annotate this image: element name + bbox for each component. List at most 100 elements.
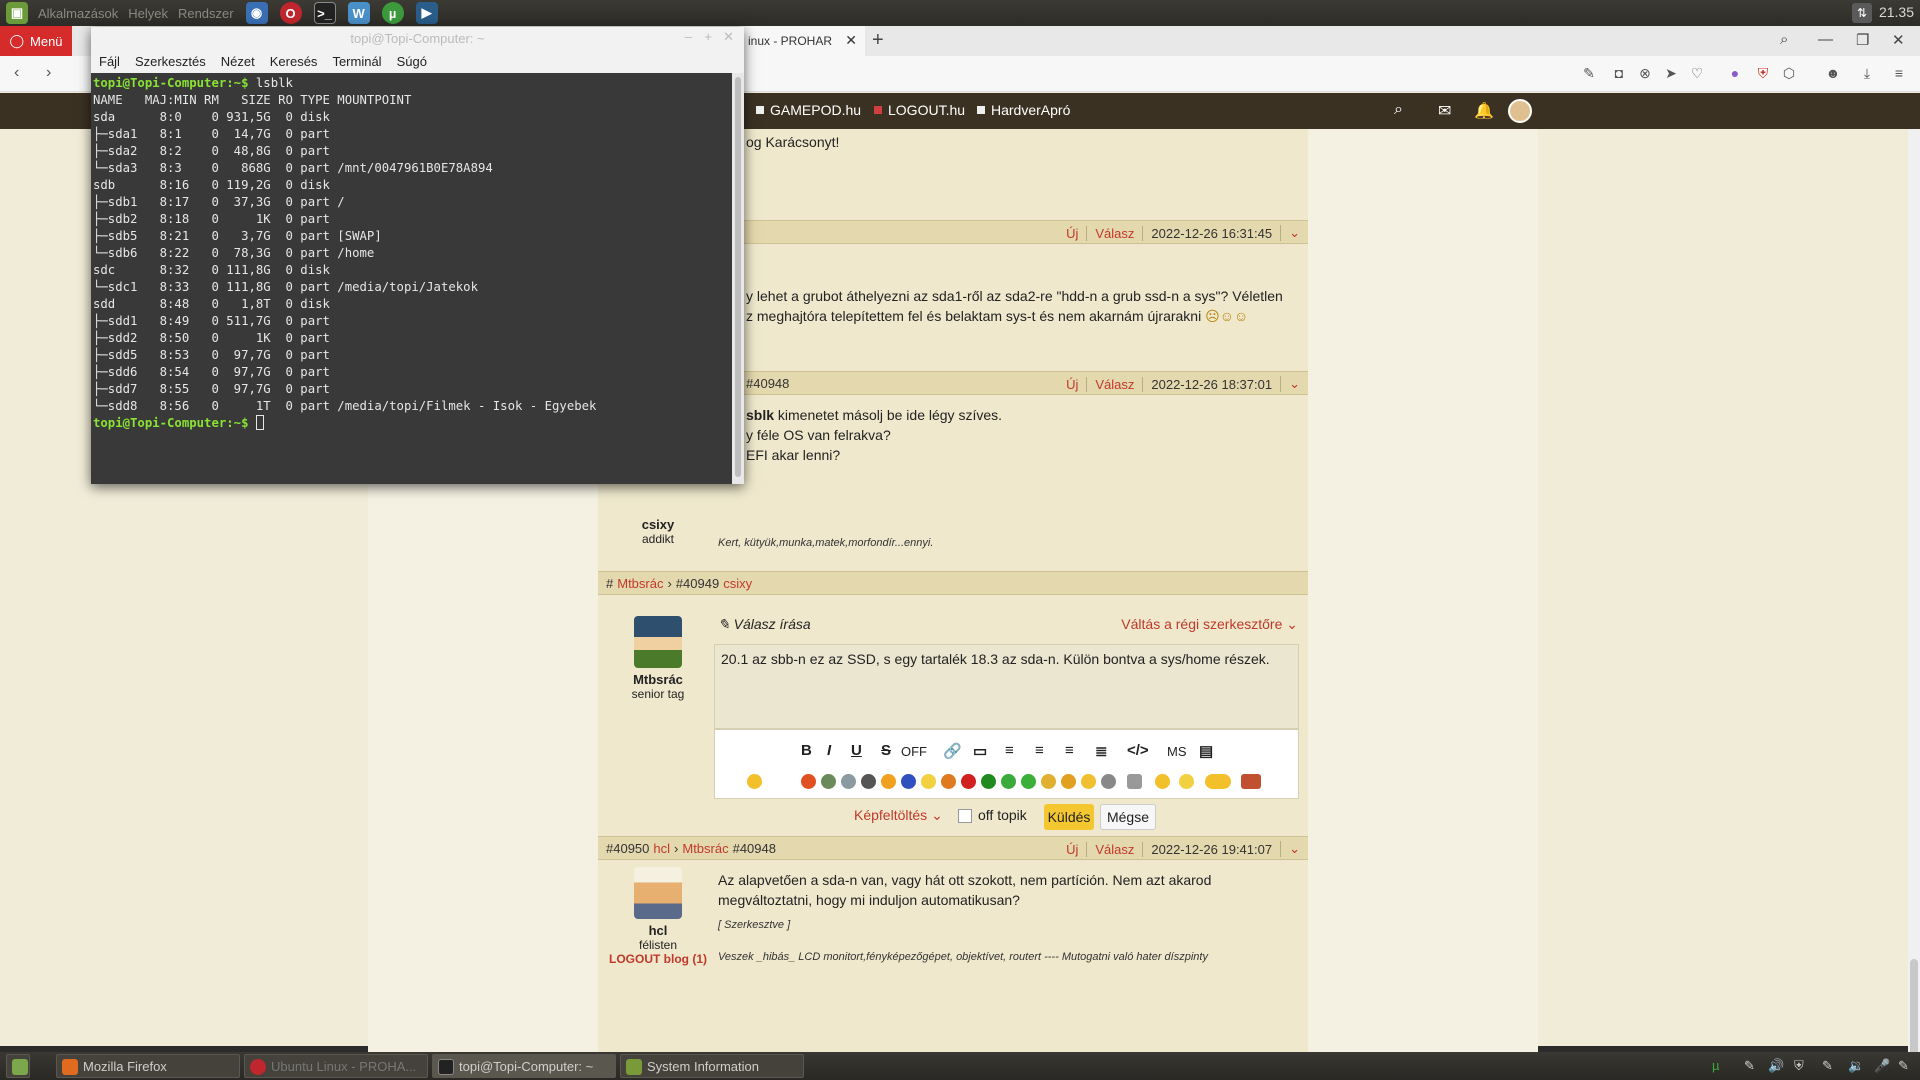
align-center-icon[interactable]: ≡ (1035, 742, 1044, 759)
justify-icon[interactable]: ≣ (1095, 742, 1108, 760)
new-link[interactable]: Új (1058, 842, 1086, 857)
menu-edit[interactable]: Szerkesztés (135, 54, 206, 69)
speaker-tray-icon[interactable]: 🔉 (1848, 1058, 1864, 1074)
terminal-output[interactable]: topi@Topi-Computer:~$ lsblk NAME MAJ:MIN… (91, 73, 732, 484)
taskbar-firefox[interactable]: Mozilla Firefox (56, 1054, 240, 1078)
reply-author-link[interactable]: Mtbsrác (617, 576, 663, 591)
volume-tray-icon[interactable]: 🔊 (1768, 1058, 1784, 1074)
send-button[interactable]: Küldés (1044, 804, 1094, 830)
reply-target-id[interactable]: #40948 (733, 841, 776, 856)
terminal-scrollbar[interactable] (732, 73, 744, 484)
scroll-thumb[interactable] (735, 77, 741, 477)
site-search-icon[interactable]: ⌕ (1394, 101, 1403, 119)
new-link[interactable]: Új (1058, 226, 1086, 241)
ublock-icon[interactable]: ⛨ (1754, 64, 1772, 82)
microphone-tray-icon[interactable]: 🎤 (1874, 1058, 1890, 1074)
chevron-down-icon[interactable]: ⌄ (1280, 225, 1308, 241)
smiley-icon[interactable] (861, 774, 876, 789)
menu-terminal[interactable]: Terminál (332, 54, 381, 69)
menu-file[interactable]: Fájl (99, 54, 120, 69)
minimize-icon[interactable]: – (685, 29, 692, 44)
send-icon[interactable]: ➤ (1662, 64, 1680, 82)
smiley-icon[interactable] (1021, 774, 1036, 789)
smiley-icon[interactable] (1061, 774, 1076, 789)
account-icon[interactable]: ☻ (1824, 64, 1842, 82)
edit-icon[interactable]: ✎ (1580, 64, 1598, 82)
messages-icon[interactable]: ✉ (1438, 101, 1451, 121)
underline-button[interactable]: U (851, 742, 862, 759)
smiley-icon[interactable] (1041, 774, 1056, 789)
reply-target-user[interactable]: csixy (723, 576, 752, 591)
download-icon[interactable]: ⤓ (1858, 64, 1876, 82)
reply-target-user[interactable]: Mtbsrác (682, 841, 728, 856)
smiley-icon[interactable] (961, 774, 976, 789)
bookmark-gamepod[interactable]: GAMEPOD.hu (756, 102, 861, 118)
align-left-icon[interactable]: ≡ (1005, 742, 1014, 759)
post-id[interactable]: #40950 (606, 841, 649, 856)
page-scrollbar[interactable] (1908, 129, 1920, 1071)
new-tab-icon[interactable]: + (872, 29, 884, 52)
smiley-icon[interactable] (901, 774, 916, 789)
off-button[interactable]: OFF (901, 744, 927, 759)
utorrent-launcher-icon[interactable]: µ (381, 2, 404, 24)
document-icon[interactable]: ▤ (1199, 742, 1213, 760)
username[interactable]: hcl (598, 923, 718, 938)
smiley-icon[interactable] (1205, 774, 1231, 789)
writer-launcher-icon[interactable]: W (347, 2, 370, 24)
pen-tray-icon[interactable]: ✎ (1744, 1058, 1755, 1074)
utorrent-tray-icon[interactable]: µ (1712, 1058, 1720, 1073)
smiley-icon[interactable] (921, 774, 936, 789)
close-icon[interactable]: ✕ (723, 29, 734, 45)
cube-icon[interactable]: ⬡ (1780, 64, 1798, 82)
cancel-button[interactable]: Mégse (1100, 804, 1156, 830)
blog-link[interactable]: LOGOUT blog (1) (598, 952, 718, 966)
back-icon[interactable]: ‹ (14, 64, 19, 82)
browser-menu-button[interactable]: ◯ Menü (0, 26, 72, 56)
tab-forum[interactable]: inux - PROHAR ✕ (740, 26, 865, 56)
bold-button[interactable]: B (801, 742, 812, 759)
firefox-launcher-icon[interactable]: ◉ (245, 2, 268, 24)
ms-button[interactable]: MS (1167, 744, 1187, 759)
smiley-icon[interactable] (981, 774, 996, 789)
bookmark-hardverapro[interactable]: HardverApró (977, 102, 1070, 118)
menu-help[interactable]: Súgó (397, 54, 427, 69)
show-desktop-button[interactable] (6, 1054, 30, 1078)
minimize-icon[interactable]: — (1818, 31, 1833, 48)
terminal-launcher-icon[interactable]: >_ (313, 2, 336, 24)
username[interactable]: csixy (598, 517, 718, 532)
reply-link[interactable]: Válasz (1086, 376, 1142, 392)
network-icon[interactable]: ⇅ (1852, 3, 1872, 23)
taskbar-system-information[interactable]: System Information (620, 1054, 804, 1078)
username[interactable]: Mtbsrác (598, 672, 718, 687)
mint-menu-icon[interactable]: ▣ (6, 2, 28, 24)
opera-launcher-icon[interactable]: O (279, 2, 302, 24)
smiley-icon[interactable] (1155, 774, 1170, 789)
browser-settings-icon[interactable]: ≡ (1890, 64, 1908, 82)
panel-menu-places[interactable]: Helyek (128, 6, 168, 21)
extension-purple-icon[interactable]: ● (1726, 64, 1744, 82)
close-tab-icon[interactable]: ✕ (845, 32, 857, 49)
bookmark-logout[interactable]: LOGOUT.hu (874, 102, 965, 118)
panel-menu-system[interactable]: Rendszer (178, 6, 234, 21)
edit-tray-icon[interactable]: ✎ (1822, 1058, 1833, 1074)
smiley-icon[interactable] (747, 774, 762, 789)
terminal-titlebar[interactable]: topi@Topi-Computer: ~ – + ✕ (91, 27, 744, 49)
menu-view[interactable]: Nézet (221, 54, 255, 69)
new-link[interactable]: Új (1058, 377, 1086, 392)
author-link[interactable]: hcl (653, 841, 670, 856)
maximize-icon[interactable]: + (704, 29, 712, 44)
taskbar-opera[interactable]: Ubuntu Linux - PROHA... (244, 1054, 428, 1078)
smiley-icon[interactable] (881, 774, 896, 789)
link-icon[interactable]: 🔗 (943, 742, 962, 760)
image-upload-link[interactable]: Képfeltöltés ⌄ (854, 807, 943, 824)
smiley-icon[interactable] (841, 774, 856, 789)
camera-icon[interactable]: ◘ (1610, 64, 1628, 82)
close-window-icon[interactable]: ✕ (1892, 31, 1905, 49)
terminal-window[interactable]: topi@Topi-Computer: ~ – + ✕ Fájl Szerkes… (91, 27, 744, 484)
user-avatar[interactable] (1508, 99, 1532, 123)
smiley-icon[interactable] (801, 774, 816, 789)
smiley-icon[interactable] (821, 774, 836, 789)
notifications-icon[interactable]: 🔔 (1474, 101, 1494, 121)
chevron-down-icon[interactable]: ⌄ (1280, 376, 1308, 392)
image-icon[interactable]: ▭ (973, 742, 987, 760)
